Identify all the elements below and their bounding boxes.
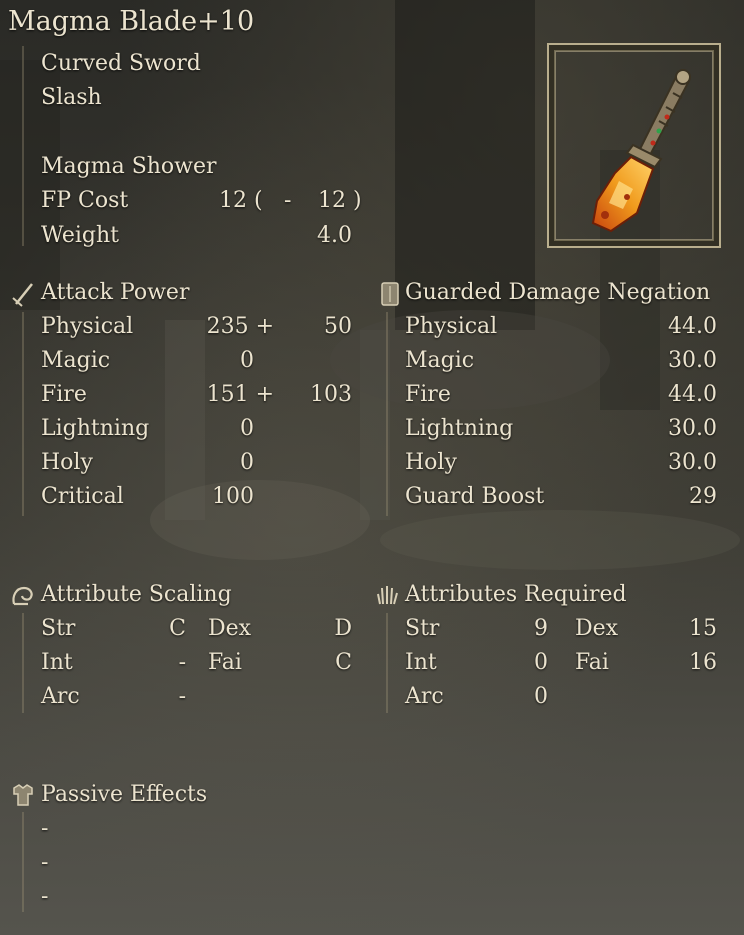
attack-label: Critical xyxy=(41,484,124,509)
scaling-label: Dex xyxy=(208,616,252,641)
attack-base: 0 xyxy=(240,450,254,475)
guard-value: 44.0 xyxy=(668,382,717,407)
required-value: 16 xyxy=(689,650,717,675)
guard-value: 44.0 xyxy=(668,314,717,339)
required-value: 0 xyxy=(534,684,548,709)
guard-value: 29 xyxy=(689,484,717,509)
attack-bonus: 50 xyxy=(324,314,352,339)
shield-icon xyxy=(381,282,399,306)
required-value: 9 xyxy=(534,616,548,641)
scaling-grade: C xyxy=(169,616,186,641)
scaling-label: Fai xyxy=(208,650,242,675)
attack-power-header: Attack Power xyxy=(41,280,190,305)
guard-label: Magic xyxy=(405,348,475,373)
flexed-arm-icon xyxy=(12,586,33,606)
required-label: Int xyxy=(405,650,437,675)
guard-value: 30.0 xyxy=(668,348,717,373)
scaling-grade: - xyxy=(178,684,186,709)
attributes-required-header: Attributes Required xyxy=(405,582,627,607)
guard-label: Lightning xyxy=(405,416,514,441)
guard-label: Physical xyxy=(405,314,498,339)
attack-base: 235 + xyxy=(206,314,274,339)
weapon-name: Magma Blade+10 xyxy=(8,6,255,37)
passive-effect-item: - xyxy=(41,816,49,841)
fp-cost-close: 12 ) xyxy=(318,188,362,213)
scaling-label: Int xyxy=(41,650,73,675)
weapon-image-frame xyxy=(547,43,721,248)
fp-cost-dash: - xyxy=(284,188,292,213)
required-label: Dex xyxy=(575,616,619,641)
fp-cost-label: FP Cost xyxy=(41,188,129,213)
attack-bonus: 103 xyxy=(310,382,352,407)
divider-line xyxy=(22,613,24,713)
scaling-label: Arc xyxy=(41,684,80,709)
guard-label: Holy xyxy=(405,450,457,475)
attack-label: Magic xyxy=(41,348,111,373)
guard-value: 30.0 xyxy=(668,416,717,441)
attack-base: 0 xyxy=(240,416,254,441)
damage-type: Slash xyxy=(41,85,102,110)
guard-label: Fire xyxy=(405,382,451,407)
required-label: Arc xyxy=(405,684,444,709)
magma-blade-icon xyxy=(591,69,691,233)
weapon-type: Curved Sword xyxy=(41,51,201,76)
scaling-label: Str xyxy=(41,616,76,641)
armor-icon xyxy=(13,784,33,806)
passive-effect-item: - xyxy=(41,850,49,875)
guard-label: Guard Boost xyxy=(405,484,545,509)
guard-value: 30.0 xyxy=(668,450,717,475)
divider-line xyxy=(386,613,388,713)
attribute-scaling-header: Attribute Scaling xyxy=(41,582,232,607)
attack-label: Physical xyxy=(41,314,134,339)
scaling-grade: C xyxy=(335,650,352,675)
weight-value: 4.0 xyxy=(317,223,352,248)
scaling-grade: D xyxy=(334,616,352,641)
divider-line xyxy=(22,46,24,246)
skill-name: Magma Shower xyxy=(41,154,217,179)
required-label: Fai xyxy=(575,650,609,675)
attack-label: Lightning xyxy=(41,416,150,441)
sword-icon xyxy=(12,283,33,307)
required-value: 15 xyxy=(689,616,717,641)
attack-label: Fire xyxy=(41,382,87,407)
divider-line xyxy=(22,812,24,912)
passive-effects-header: Passive Effects xyxy=(41,782,208,807)
weight-label: Weight xyxy=(41,223,119,248)
attack-base: 100 xyxy=(212,484,254,509)
raised-hand-icon xyxy=(377,586,398,605)
fp-cost-open: 12 ( xyxy=(219,188,263,213)
guard-negation-header: Guarded Damage Negation xyxy=(405,280,711,305)
attack-base: 0 xyxy=(240,348,254,373)
divider-line xyxy=(22,312,24,516)
divider-line xyxy=(386,312,388,516)
required-label: Str xyxy=(405,616,440,641)
scaling-grade: - xyxy=(178,650,186,675)
required-value: 0 xyxy=(534,650,548,675)
attack-base: 151 + xyxy=(206,382,274,407)
passive-effect-item: - xyxy=(41,884,49,909)
attack-label: Holy xyxy=(41,450,93,475)
